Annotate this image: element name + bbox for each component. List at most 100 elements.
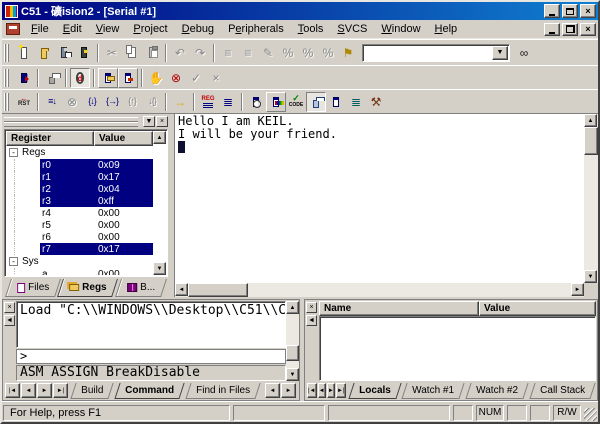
- scroll-down-icon[interactable]: ▼: [286, 368, 299, 381]
- comment-block-icon[interactable]: %: [318, 43, 338, 63]
- project-window-icon[interactable]: [98, 68, 118, 88]
- register-tree-body[interactable]: -Regsr00x09r10x17r20x04r30xffr40x00r50x0…: [6, 146, 153, 275]
- clear-breakpoints-icon[interactable]: ×: [206, 68, 226, 88]
- register-column-header[interactable]: Register: [6, 131, 94, 146]
- menu-file[interactable]: File: [24, 21, 56, 37]
- scrollbar-track[interactable]: [188, 283, 571, 297]
- tab-call-stack[interactable]: Call Stack: [529, 383, 595, 399]
- watch-body[interactable]: [319, 316, 596, 381]
- resize-grip[interactable]: [584, 408, 597, 421]
- tab-prev-icon[interactable]: ◄: [318, 383, 326, 398]
- find-combobox[interactable]: ▼: [362, 44, 510, 62]
- find-in-files-icon[interactable]: ∞: [514, 43, 534, 63]
- menu-view[interactable]: View: [89, 21, 127, 37]
- tab-locals[interactable]: Locals: [348, 383, 401, 399]
- toolbox-icon[interactable]: ⚒: [366, 92, 386, 112]
- pane-collapse-button[interactable]: ◄: [4, 315, 15, 326]
- register-row-r6[interactable]: r60x00: [6, 231, 153, 243]
- app-icon[interactable]: [5, 5, 18, 18]
- comment-icon[interactable]: %: [278, 43, 298, 63]
- halt-icon[interactable]: ⊗: [62, 92, 82, 112]
- outdent-icon[interactable]: ≡: [238, 43, 258, 63]
- name-column-header[interactable]: Name: [319, 301, 479, 316]
- tabs-scroll-left-icon[interactable]: ◄: [265, 383, 280, 398]
- tab-find-in-files[interactable]: Find in Files: [186, 383, 261, 399]
- scroll-up-icon[interactable]: ▲: [153, 131, 166, 144]
- tab-next-icon[interactable]: ►: [37, 383, 52, 398]
- memory-window-icon[interactable]: [326, 92, 346, 112]
- toolbar-grip[interactable]: [4, 69, 11, 87]
- pane-close-button[interactable]: ×: [306, 302, 317, 313]
- pane-close-button[interactable]: ×: [4, 302, 15, 313]
- cut-icon[interactable]: ✂: [102, 43, 122, 63]
- menu-edit[interactable]: Edit: [56, 21, 89, 37]
- mdi-restore-button[interactable]: [562, 23, 578, 36]
- scroll-down-icon[interactable]: ▼: [584, 270, 597, 283]
- serial-window-icon[interactable]: [306, 92, 326, 112]
- menu-svcs[interactable]: SVCS: [330, 21, 374, 37]
- scrollbar-track[interactable]: [286, 314, 299, 368]
- close-button[interactable]: ×: [580, 4, 596, 18]
- step-out-icon[interactable]: {↑}: [122, 92, 142, 112]
- symbols-window-icon[interactable]: ≣: [346, 92, 366, 112]
- tab-b-[interactable]: B...: [115, 279, 167, 297]
- title-bar[interactable]: C51 - 礦ision2 - [Serial #1] ×: [2, 2, 598, 20]
- disassembly-window-icon[interactable]: [246, 92, 266, 112]
- menu-window[interactable]: Window: [374, 21, 427, 37]
- find-input[interactable]: [363, 45, 491, 61]
- tab-next-icon[interactable]: ►: [327, 383, 335, 398]
- redo-icon[interactable]: ↷: [190, 43, 210, 63]
- menu-debug[interactable]: Debug: [175, 21, 221, 37]
- register-row-r4[interactable]: r40x00: [6, 207, 153, 219]
- tab-first-icon[interactable]: |◄: [5, 383, 20, 398]
- scrollbar-thumb[interactable]: [188, 283, 248, 297]
- scrollbar-thumb[interactable]: [286, 345, 299, 361]
- value-column-header[interactable]: Value: [94, 131, 153, 146]
- help-books-icon[interactable]: [14, 68, 34, 88]
- tab-first-icon[interactable]: |◄: [307, 383, 317, 398]
- show-next-statement-icon[interactable]: →: [170, 92, 190, 112]
- copy-icon[interactable]: [122, 43, 142, 63]
- paste-icon[interactable]: [142, 43, 162, 63]
- tabs-scroll-right-icon[interactable]: ►: [281, 383, 296, 398]
- bookmark-icon[interactable]: ⚑: [338, 43, 358, 63]
- minimize-button[interactable]: [544, 4, 560, 18]
- tab-watch-#2[interactable]: Watch #2: [465, 383, 528, 399]
- register-group-sys[interactable]: -Sys: [6, 255, 153, 268]
- value-column-header[interactable]: Value: [479, 301, 596, 316]
- scroll-up-icon[interactable]: ▲: [584, 114, 597, 127]
- command-output[interactable]: Load "C:\\WINDOWS\\Desktop\\C51\\C51: [16, 301, 286, 348]
- command-input[interactable]: >: [16, 349, 286, 364]
- indent-icon[interactable]: ≡: [218, 43, 238, 63]
- register-group-regs[interactable]: -Regs: [6, 146, 153, 159]
- edit-pencil-icon[interactable]: ✎: [258, 43, 278, 63]
- tab-watch-#1[interactable]: Watch #1: [402, 383, 465, 399]
- tree-expander-icon[interactable]: -: [9, 257, 18, 266]
- scroll-right-icon[interactable]: ►: [571, 283, 584, 296]
- tab-last-icon[interactable]: ►|: [336, 383, 346, 398]
- breakpoint-hand-icon[interactable]: ✋: [146, 68, 166, 88]
- pane-collapse-button[interactable]: ◄: [306, 315, 317, 326]
- enable-breakpoint-icon[interactable]: ✓: [186, 68, 206, 88]
- menu-tools[interactable]: Tools: [291, 21, 331, 37]
- print-icon[interactable]: [42, 68, 62, 88]
- undo-icon[interactable]: ↶: [170, 43, 190, 63]
- tab-files[interactable]: Files: [5, 279, 61, 297]
- register-row-r3[interactable]: r30xff: [6, 195, 153, 207]
- serial-text-area[interactable]: Hello I am KEIL.I will be your friend.: [175, 114, 584, 283]
- open-file-icon[interactable]: [34, 43, 54, 63]
- reset-cpu-icon[interactable]: ←RST: [14, 92, 34, 112]
- tab-regs[interactable]: Regs: [57, 279, 118, 297]
- register-row-a[interactable]: a0x00: [6, 268, 153, 275]
- tree-expander-icon[interactable]: -: [9, 148, 18, 157]
- mdi-close-button[interactable]: ×: [580, 23, 596, 36]
- run-icon[interactable]: ≡↓: [42, 92, 62, 112]
- register-row-r2[interactable]: r20x04: [6, 183, 153, 195]
- menu-peripherals[interactable]: Peripherals: [221, 21, 291, 37]
- scrollbar-track[interactable]: [584, 127, 598, 270]
- output-window-icon[interactable]: [118, 68, 138, 88]
- register-row-r7[interactable]: r70x17: [6, 243, 153, 255]
- scroll-up-icon[interactable]: ▲: [286, 301, 299, 314]
- watch-window-icon[interactable]: [266, 92, 286, 112]
- registers-window-icon[interactable]: REG: [198, 92, 218, 112]
